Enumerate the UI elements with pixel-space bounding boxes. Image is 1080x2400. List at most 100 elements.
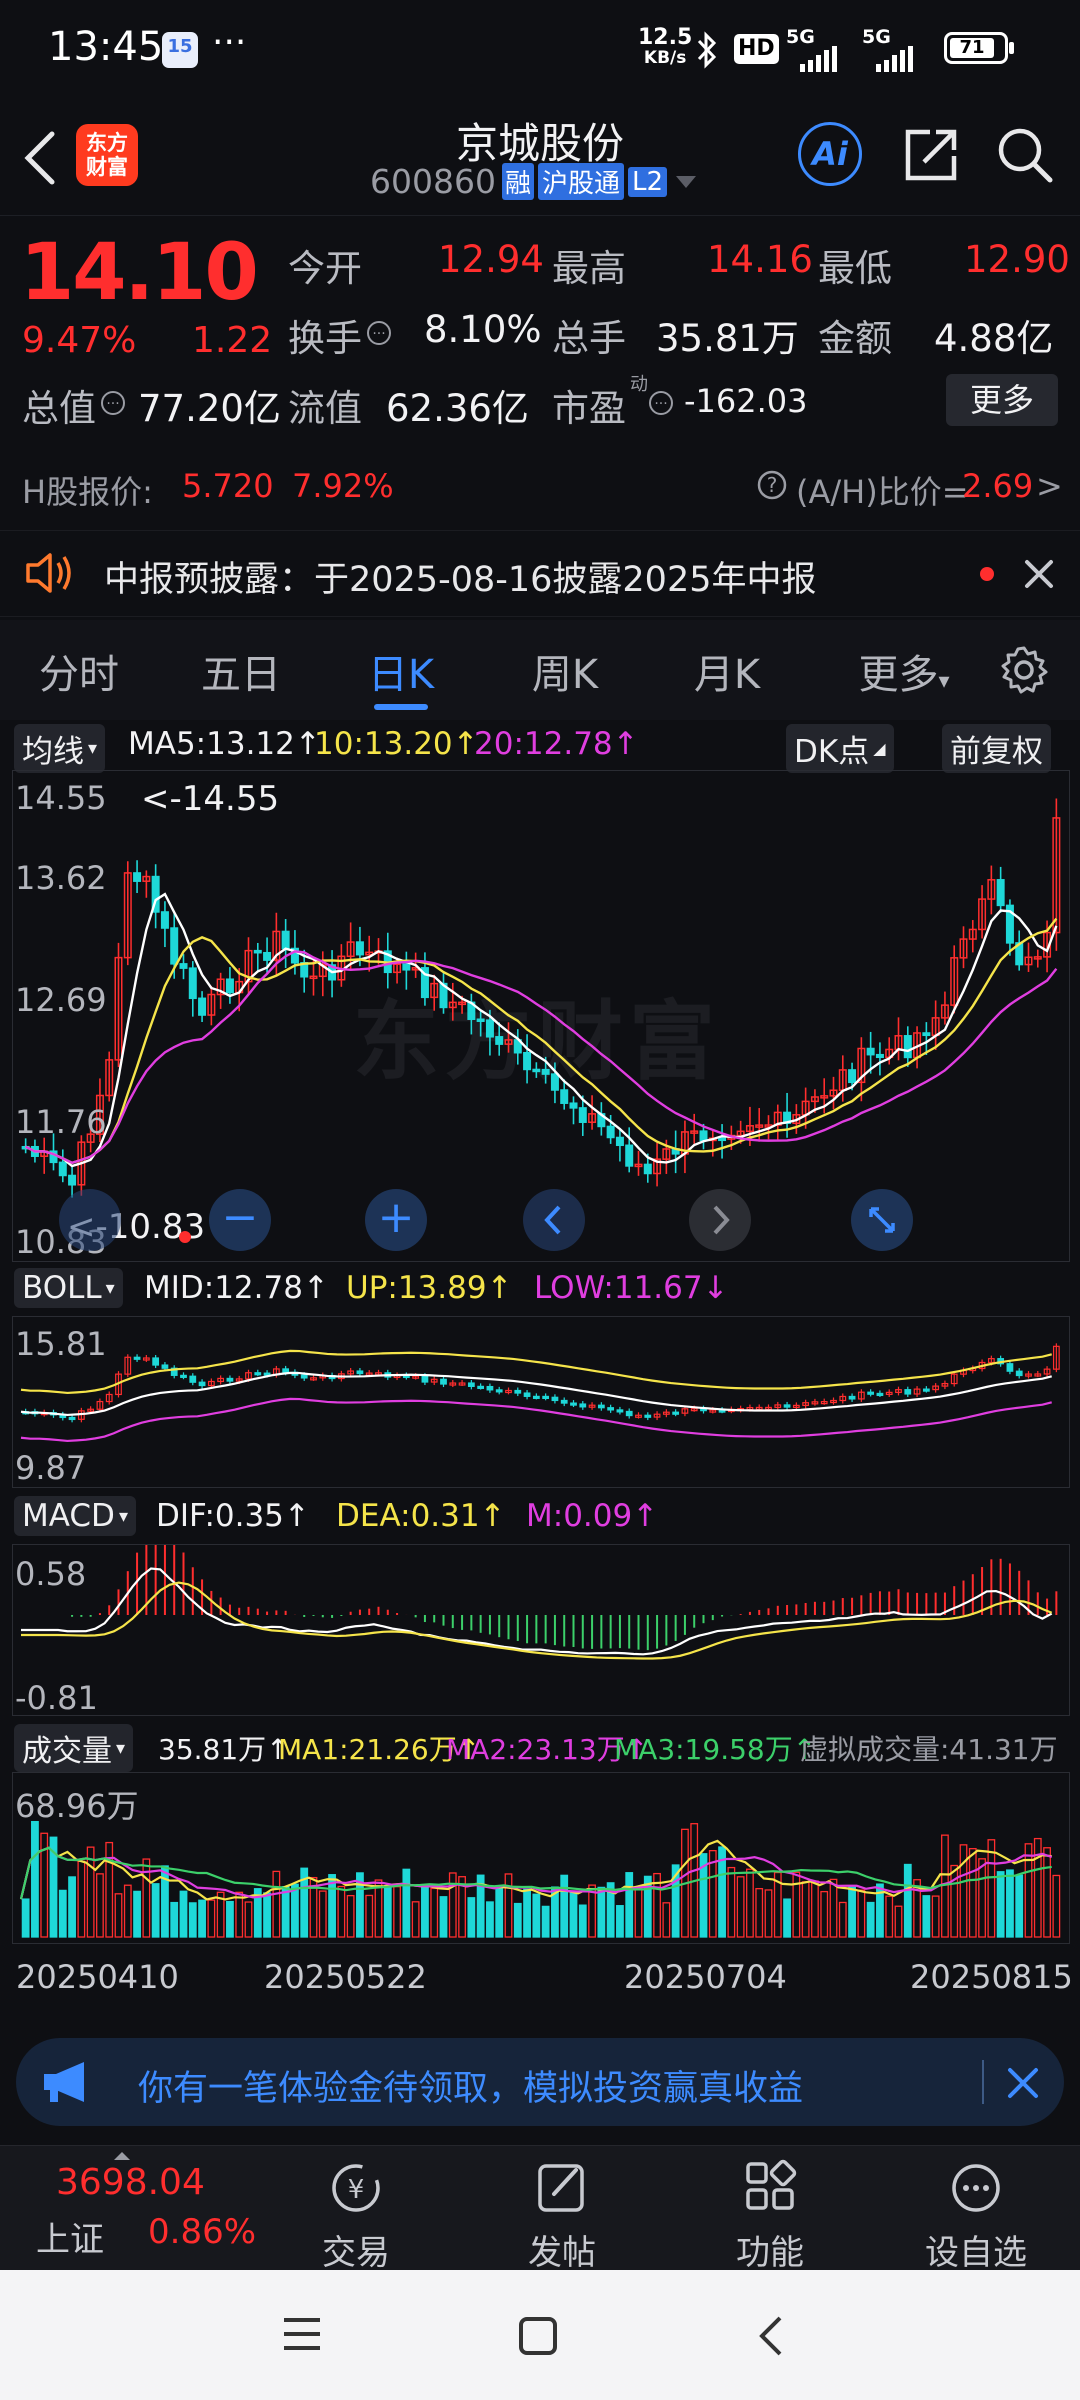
more-stats-button[interactable]: 更多 xyxy=(946,374,1058,426)
zoom-in-button[interactable]: + xyxy=(365,1189,427,1251)
tab-weekly-k[interactable]: 周K xyxy=(520,642,610,700)
fullscreen-button[interactable] xyxy=(851,1189,913,1251)
boll-candle-body xyxy=(570,1402,577,1406)
candle-body xyxy=(523,1051,532,1071)
dropdown-corner-icon: ◢ xyxy=(873,739,886,758)
date-label: 20250522 xyxy=(264,1958,427,1996)
event-marker-dot xyxy=(179,1231,191,1243)
boll-candle-body xyxy=(867,1391,875,1395)
tab-five-day[interactable]: 五日 xyxy=(196,642,286,700)
hd-icon: HD xyxy=(734,34,779,64)
index-ticker[interactable]: 3698.04 上证 0.86% xyxy=(0,2146,256,2271)
tab-daily-k[interactable]: 日K xyxy=(356,642,446,700)
pe-value: -162.03 xyxy=(684,382,808,420)
volume-bar xyxy=(244,1901,253,1938)
scroll-forward-button[interactable] xyxy=(689,1189,751,1251)
boll-candle-body xyxy=(161,1364,169,1369)
turnover-info-icon[interactable]: ··· xyxy=(366,320,392,346)
scroll-left-corner-button[interactable] xyxy=(59,1189,121,1251)
nav-functions[interactable]: 功能 xyxy=(700,2158,840,2274)
boll-candle-body xyxy=(644,1414,652,1418)
bottom-navigation: 3698.04 上证 0.86% ¥ 交易 发帖 功能 设自选 xyxy=(0,2145,1080,2274)
settings-gear-icon[interactable] xyxy=(998,644,1050,696)
svg-text:···: ··· xyxy=(106,396,119,412)
boll-axis-top: 15.81 xyxy=(15,1325,107,1363)
svg-text:···: ··· xyxy=(654,396,667,412)
open-label: 今开 xyxy=(288,247,362,290)
tab-monthly-k[interactable]: 月K xyxy=(682,642,772,700)
candle-body xyxy=(485,1019,494,1038)
period-tabs: 分时 五日 日K 周K 月K 更多▾ xyxy=(0,620,1080,720)
nav-trade[interactable]: ¥ 交易 xyxy=(286,2158,426,2274)
dropdown-caret-icon: ▾ xyxy=(88,738,98,759)
scroll-back-button[interactable] xyxy=(523,1189,585,1251)
volume-bar xyxy=(495,1886,504,1938)
close-icon[interactable] xyxy=(1006,2066,1040,2100)
boll-candle-body xyxy=(133,1356,141,1360)
volume-bar xyxy=(318,1890,327,1938)
volume-bar xyxy=(523,1888,531,1938)
volume-ma3: MA3:19.58万↑ xyxy=(614,1733,817,1766)
ma-selector[interactable]: 均线 ▾ xyxy=(14,724,106,773)
macd-m-value: M:0.09↑ xyxy=(526,1498,659,1534)
zoom-out-button[interactable]: − xyxy=(209,1189,271,1251)
y-axis-label: 11.76 xyxy=(15,1103,107,1141)
macd-indicator-bar: MACD ▾ DIF:0.35↑ DEA:0.31↑ M:0.09↑ xyxy=(0,1494,1080,1538)
search-icon[interactable] xyxy=(994,124,1054,184)
ai-assistant-icon[interactable]: Ai xyxy=(798,122,862,186)
bluetooth-icon xyxy=(697,31,717,69)
volume-bar xyxy=(1052,1874,1061,1938)
boll-selector[interactable]: BOLL ▾ xyxy=(14,1268,123,1308)
stock-code-row[interactable]: 600860 融 沪股通 L2 xyxy=(370,162,699,201)
boll-panel[interactable]: 15.81 9.87 xyxy=(12,1316,1070,1488)
volume-bar xyxy=(21,1898,30,1938)
tab-more[interactable]: 更多▾ xyxy=(844,642,964,700)
dk-point-button[interactable]: DK点 ◢ xyxy=(786,724,894,773)
announcement-bar[interactable]: 中报预披露：于2025-08-16披露2025年中报 xyxy=(0,530,1080,617)
network-speed: 12.5 KB/s xyxy=(638,25,693,69)
battery-icon: 71 xyxy=(944,32,1014,64)
volume-bar xyxy=(634,1887,643,1938)
svg-text:?: ? xyxy=(767,473,778,497)
chevron-left-icon xyxy=(544,1205,561,1235)
adjust-button[interactable]: 前复权 xyxy=(942,724,1051,773)
volume-selector[interactable]: 成交量 ▾ xyxy=(14,1724,134,1772)
boll-candle-body xyxy=(226,1377,234,1382)
tab-intraday[interactable]: 分时 xyxy=(34,642,124,700)
ma-indicator-bar: 均线 ▾ MA5:13.12↑ 10:13.20↑ 20:12.78↑ DK点 ◢ … xyxy=(0,722,1080,773)
macd-panel[interactable]: 0.58 -0.81 xyxy=(12,1544,1070,1717)
volume-bar xyxy=(848,1886,856,1938)
home-icon[interactable] xyxy=(516,2314,560,2358)
boll-candle-body xyxy=(282,1368,290,1373)
signal-5g-label: 5G xyxy=(786,26,815,48)
pe-info-icon[interactable]: ··· xyxy=(648,390,674,416)
menu-icon[interactable] xyxy=(280,2314,324,2354)
market-cap-info-icon[interactable]: ··· xyxy=(100,390,126,416)
volume-bar xyxy=(439,1896,448,1938)
help-icon[interactable]: ? xyxy=(756,469,788,501)
candle-body xyxy=(179,963,188,969)
back-icon[interactable] xyxy=(752,2314,792,2358)
macd-selector[interactable]: MACD ▾ xyxy=(14,1496,136,1536)
volume-bar xyxy=(857,1889,866,1938)
volume-bar xyxy=(123,1884,132,1938)
volume-bar xyxy=(1024,1843,1033,1938)
virtual-volume: 虚拟成交量:41.31万 xyxy=(800,1733,1058,1766)
close-icon[interactable] xyxy=(1022,557,1056,591)
nav-post[interactable]: 发帖 xyxy=(492,2158,632,2274)
volume-bar xyxy=(504,1873,513,1938)
nav-add-watchlist[interactable]: 设自选 xyxy=(906,2158,1046,2274)
boll-candle-body xyxy=(198,1381,206,1387)
h-share-row[interactable]: H股报价: 5.720 7.92% ? (A/H)比价= 2.69 > xyxy=(0,455,1080,517)
volume-panel[interactable]: 68.96万 xyxy=(12,1772,1070,1944)
kline-panel[interactable]: 东方财富 14.55 13.62 12.69 11.76 10.83 <-14.… xyxy=(12,770,1070,1262)
volume-bar xyxy=(1015,1874,1024,1938)
candle-body xyxy=(875,1053,884,1059)
boll-candle-body xyxy=(467,1382,475,1387)
y-axis-label-top: 14.55 xyxy=(15,779,107,817)
share-icon[interactable] xyxy=(902,124,962,184)
volume-bar xyxy=(31,1820,39,1938)
volume-bar xyxy=(727,1866,736,1938)
candle-body xyxy=(550,1073,559,1091)
promo-banner[interactable]: 你有一笔体验金待领取，模拟投资赢真收益 xyxy=(16,2038,1064,2126)
